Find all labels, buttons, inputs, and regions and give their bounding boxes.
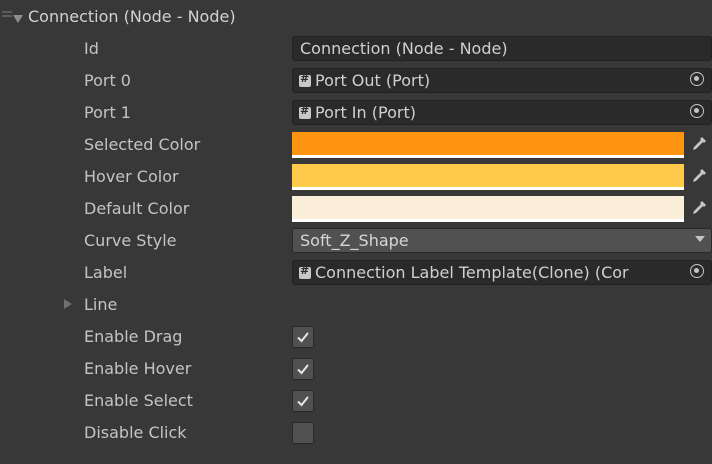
- disable-click-row: Disable Click: [0, 416, 712, 448]
- dropdown-arrow-icon[interactable]: [695, 236, 705, 242]
- object-picker-icon[interactable]: [690, 264, 704, 278]
- checkmark-icon: [297, 364, 309, 375]
- label-row: Label Connection Label Template(Clone) (…: [0, 256, 712, 288]
- eyedropper-icon[interactable]: [690, 167, 708, 185]
- label-object-field[interactable]: Connection Label Template(Clone) (Cor: [292, 260, 712, 285]
- eyedropper-icon[interactable]: [690, 135, 708, 153]
- id-field[interactable]: Connection (Node - Node): [292, 36, 712, 61]
- curve-style-row: Curve Style Soft_Z_Shape: [0, 224, 712, 256]
- default-color-row: Default Color: [0, 192, 712, 224]
- enable-select-row: Enable Select: [0, 384, 712, 416]
- drag-handle-icon[interactable]: [2, 11, 12, 19]
- disable-click-checkbox[interactable]: [292, 422, 314, 444]
- object-picker-icon[interactable]: [690, 72, 704, 86]
- selected-color-row: Selected Color: [0, 128, 712, 160]
- enable-hover-label: Enable Hover: [84, 359, 192, 378]
- curve-style-label: Curve Style: [84, 231, 177, 250]
- line-label[interactable]: Line: [84, 295, 117, 314]
- default-color-label: Default Color: [84, 199, 190, 218]
- id-row: Id Connection (Node - Node): [0, 32, 712, 64]
- id-label: Id: [84, 39, 99, 58]
- checkmark-icon: [297, 332, 309, 343]
- script-icon: [299, 264, 311, 279]
- enable-select-checkbox[interactable]: [292, 390, 314, 412]
- script-icon: [299, 72, 311, 87]
- foldout-collapsed-icon[interactable]: [64, 299, 72, 309]
- enable-select-label: Enable Select: [84, 391, 193, 410]
- component-header[interactable]: Connection (Node - Node): [0, 0, 712, 32]
- component-title: Connection (Node - Node): [28, 7, 236, 26]
- checkmark-icon: [297, 396, 309, 407]
- selected-color-label: Selected Color: [84, 135, 201, 154]
- label-value: Connection Label Template(Clone) (Cor: [315, 263, 629, 282]
- line-foldout-row[interactable]: Line: [0, 288, 712, 320]
- port0-object-field[interactable]: Port Out (Port): [292, 68, 712, 93]
- disable-click-label: Disable Click: [84, 423, 187, 442]
- curve-style-dropdown[interactable]: Soft_Z_Shape: [292, 228, 712, 253]
- port0-label: Port 0: [84, 71, 131, 90]
- curve-style-value: Soft_Z_Shape: [300, 231, 409, 250]
- selected-color-swatch[interactable]: [292, 132, 684, 158]
- enable-drag-row: Enable Drag: [0, 320, 712, 352]
- enable-drag-label: Enable Drag: [84, 327, 183, 346]
- id-value: Connection (Node - Node): [300, 39, 508, 58]
- script-icon: [299, 104, 311, 119]
- enable-drag-checkbox[interactable]: [292, 326, 314, 348]
- port1-row: Port 1 Port In (Port): [0, 96, 712, 128]
- port1-label: Port 1: [84, 103, 131, 122]
- default-color-swatch[interactable]: [292, 196, 684, 222]
- enable-hover-row: Enable Hover: [0, 352, 712, 384]
- eyedropper-icon[interactable]: [690, 199, 708, 217]
- port0-value: Port Out (Port): [315, 71, 431, 90]
- foldout-expanded-icon[interactable]: [13, 15, 23, 23]
- port0-row: Port 0 Port Out (Port): [0, 64, 712, 96]
- label-label: Label: [84, 263, 128, 282]
- object-picker-icon[interactable]: [690, 104, 704, 118]
- port1-object-field[interactable]: Port In (Port): [292, 100, 712, 125]
- port1-value: Port In (Port): [315, 103, 416, 122]
- hover-color-swatch[interactable]: [292, 164, 684, 190]
- hover-color-label: Hover Color: [84, 167, 179, 186]
- enable-hover-checkbox[interactable]: [292, 358, 314, 380]
- hover-color-row: Hover Color: [0, 160, 712, 192]
